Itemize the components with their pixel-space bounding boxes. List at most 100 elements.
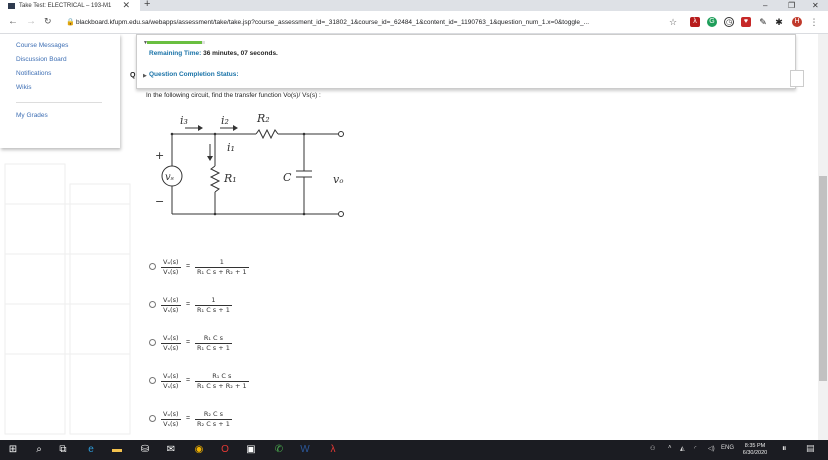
close-window-button[interactable]: ✕ <box>812 0 819 11</box>
lock-icon: 🔒 <box>66 19 75 26</box>
tray-arrow-icon[interactable]: ˄ <box>668 445 672 451</box>
video-icon[interactable]: ⏸ <box>782 443 787 454</box>
new-tab-button[interactable]: + <box>144 0 150 10</box>
answer-radio[interactable] <box>149 301 156 308</box>
lhs-numerator: Vₒ(s) <box>161 372 181 382</box>
acrobat-icon[interactable]: λ <box>326 443 340 457</box>
course-menu: Course Messages Discussion Board Notific… <box>0 34 120 148</box>
equals-sign: = <box>186 415 191 422</box>
rhs-numerator: 1 <box>195 258 249 268</box>
puzzle-extension-icon[interactable]: ✱ <box>774 17 784 27</box>
rhs-numerator: R₁ C s <box>195 372 249 382</box>
grammarly-extension-icon[interactable]: G <box>707 17 717 27</box>
label-i1: i₁ <box>227 141 235 154</box>
label-vo: vₒ <box>333 173 343 186</box>
label-c: C <box>283 171 292 184</box>
rhs-fraction: R₁ C s R₁ C s + 1 <box>195 334 232 353</box>
language-indicator[interactable]: ENG <box>721 445 734 451</box>
tab-close-icon[interactable]: ✕ <box>122 0 130 11</box>
answer-option-5[interactable]: Vₒ(s) Vₛ(s) = R₂ C s R₂ C s + 1 <box>149 410 289 432</box>
label-i3: i₃ <box>180 114 188 127</box>
sidebar-item-notifications[interactable]: Notifications <box>16 70 51 77</box>
lhs-fraction: Vₒ(s) Vₛ(s) <box>161 258 181 277</box>
answer-option-4[interactable]: Vₒ(s) Vₛ(s) = R₁ C s R₁ C s + R₂ + 1 <box>149 372 289 394</box>
reload-icon[interactable]: ↻ <box>44 16 52 27</box>
rhs-numerator: 1 <box>195 296 232 306</box>
question-text: In the following circuit, find the trans… <box>146 92 321 99</box>
sidebar-item-discussion-board[interactable]: Discussion Board <box>16 56 67 63</box>
menu-kebab-icon[interactable]: ⋮ <box>809 17 819 27</box>
answer-option-2[interactable]: Vₒ(s) Vₛ(s) = 1 R₁ C s + 1 <box>149 296 289 318</box>
back-arrow-icon[interactable]: ← <box>8 16 18 27</box>
rhs-fraction: 1 R₁ C s + 1 <box>195 296 232 315</box>
rhs-fraction: R₁ C s R₁ C s + R₂ + 1 <box>195 372 249 391</box>
time-progress-fill <box>147 41 203 44</box>
bookmark-star-icon[interactable]: ☆ <box>668 17 678 27</box>
scrollbar-thumb[interactable] <box>819 176 827 381</box>
file-explorer-icon[interactable]: ▬ <box>110 443 124 457</box>
sidebar-divider <box>16 102 102 103</box>
notifications-icon[interactable]: ▤ <box>806 443 815 454</box>
pdf-extension-icon[interactable]: λ <box>690 17 700 27</box>
edge-icon[interactable]: e <box>84 443 98 457</box>
label-minus: − <box>155 195 164 208</box>
task-view-icon[interactable]: ⧉ <box>56 443 70 457</box>
browser-tab[interactable]: Take Test: ELECTRICAL – 193-M1 ✕ <box>0 0 140 11</box>
equals-sign: = <box>186 339 191 346</box>
mail-icon[interactable]: ✉ <box>164 443 178 457</box>
url-text: blackboard.kfupm.edu.sa/webapps/assessme… <box>76 19 590 26</box>
forward-arrow-icon[interactable]: → <box>26 16 36 27</box>
remaining-time-label: Remaining Time: <box>149 50 202 57</box>
rhs-fraction: R₂ C s R₂ C s + 1 <box>195 410 232 429</box>
windows-start-icon[interactable]: ⊞ <box>6 443 20 457</box>
opera-icon[interactable]: O <box>218 443 232 457</box>
profile-avatar[interactable]: H <box>792 17 802 27</box>
wifi-icon[interactable]: ◜ <box>694 445 696 452</box>
blackboard-favicon-icon <box>8 2 15 9</box>
word-icon[interactable]: W <box>298 443 312 457</box>
answer-radio[interactable] <box>149 339 156 346</box>
output-terminal-bottom <box>338 211 344 217</box>
lhs-denominator: Vₛ(s) <box>163 306 179 314</box>
answer-radio[interactable] <box>149 377 156 384</box>
tab-title: Take Test: ELECTRICAL – 193-M1 <box>19 2 112 9</box>
chrome-icon[interactable]: ◉ <box>192 443 206 457</box>
lhs-denominator: Vₛ(s) <box>163 382 179 390</box>
answer-radio[interactable] <box>149 415 156 422</box>
store-icon[interactable]: ⛁ <box>138 443 152 457</box>
label-i2: i₂ <box>221 114 229 127</box>
whatsapp-icon[interactable]: ✆ <box>272 443 286 457</box>
rhs-denominator: R₂ C s + 1 <box>197 420 230 428</box>
lhs-numerator: Vₒ(s) <box>161 410 181 420</box>
completion-status-label[interactable]: Question Completion Status: <box>149 71 239 78</box>
equals-sign: = <box>186 263 191 270</box>
sidebar-item-my-grades[interactable]: My Grades <box>16 112 48 119</box>
answer-option-3[interactable]: Vₒ(s) Vₛ(s) = R₁ C s R₁ C s + 1 <box>149 334 289 356</box>
page-content: Course Messages Discussion Board Notific… <box>0 34 818 440</box>
clock-date: 6/30/2020 <box>742 450 768 456</box>
rhs-numerator: R₂ C s <box>195 410 232 420</box>
restore-button[interactable]: ❐ <box>788 0 795 11</box>
rhs-denominator: R₁ C s + R₂ + 1 <box>197 268 247 276</box>
tasks-icon[interactable]: ▣ <box>244 443 258 457</box>
lhs-fraction: Vₒ(s) Vₛ(s) <box>161 410 181 429</box>
volume-icon[interactable]: ◁) <box>708 445 715 452</box>
expand-triangle-icon[interactable]: ▶ <box>143 73 147 79</box>
label-r2: R₂ <box>256 112 270 125</box>
question-letter: Q <box>130 72 136 79</box>
url-field[interactable]: 🔒 blackboard.kfupm.edu.sa/webapps/assess… <box>64 15 684 30</box>
people-icon[interactable]: ⚇ <box>650 445 655 452</box>
clock-extension-icon[interactable]: ◷ <box>724 17 734 27</box>
sidebar-item-course-messages[interactable]: Course Messages <box>16 42 68 49</box>
lhs-denominator: Vₛ(s) <box>163 268 179 276</box>
taskbar-clock[interactable]: 8:35 PM 6/30/2020 <box>738 443 772 457</box>
search-icon[interactable]: ⌕ <box>32 443 46 457</box>
answer-option-1[interactable]: Vₒ(s) Vₛ(s) = 1 R₁ C s + R₂ + 1 <box>149 258 289 280</box>
save-box[interactable] <box>790 70 804 87</box>
minimize-button[interactable]: – <box>763 0 767 11</box>
pen-extension-icon[interactable]: ✎ <box>758 17 768 27</box>
sidebar-item-wikis[interactable]: Wikis <box>16 84 32 91</box>
answer-radio[interactable] <box>149 263 156 270</box>
network-icon[interactable]: ◭ <box>680 445 685 452</box>
pocket-extension-icon[interactable]: ♥ <box>741 17 751 27</box>
